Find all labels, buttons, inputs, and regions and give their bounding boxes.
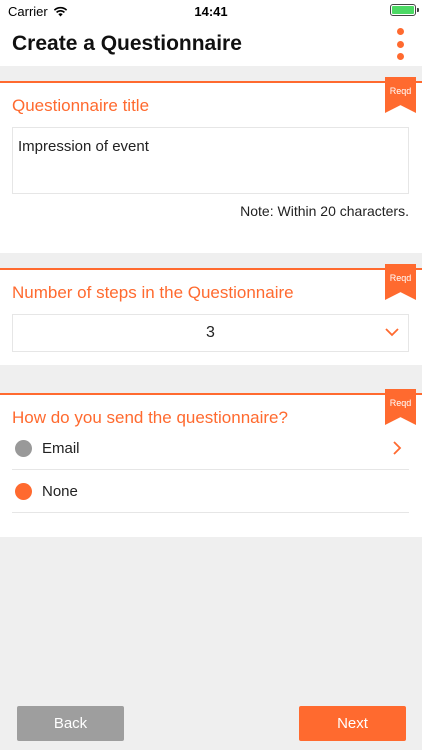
battery-icon: [390, 4, 419, 16]
steps-dropdown[interactable]: 3: [12, 314, 409, 352]
chevron-right-icon: [393, 441, 402, 455]
status-right: [390, 4, 419, 16]
send-option-email[interactable]: Email: [12, 428, 409, 470]
back-button[interactable]: Back: [17, 706, 124, 741]
menu-dot: [396, 40, 404, 48]
status-time: 14:41: [194, 4, 228, 19]
title-section-label: Questionnaire title: [12, 96, 150, 115]
chevron-down-icon: [385, 328, 399, 337]
character-limit-note: Note: Within 20 characters.: [240, 203, 409, 219]
questionnaire-title-input[interactable]: Impression of event: [12, 127, 409, 194]
more-menu-icon[interactable]: [394, 28, 406, 60]
menu-dot: [396, 28, 404, 35]
page-title: Create a Questionnaire: [12, 32, 242, 55]
title-section: Questionnaire title Reqd Impression of e…: [0, 77, 422, 253]
radio-unselected[interactable]: [15, 440, 32, 457]
menu-dot: [396, 53, 404, 60]
option-label: None: [42, 483, 78, 500]
steps-section: Number of steps in the Questionnaire Req…: [0, 264, 422, 365]
battery-level: [392, 6, 414, 14]
required-badge: Reqd: [385, 389, 416, 425]
next-button[interactable]: Next: [299, 706, 406, 741]
option-label: Email: [42, 440, 80, 457]
steps-section-label: Number of steps in the Questionnaire: [12, 283, 294, 302]
required-badge: Reqd: [385, 77, 416, 113]
required-badge: Reqd: [385, 264, 416, 300]
steps-selected-value: 3: [206, 324, 215, 341]
nav-bar: Create a Questionnaire: [0, 22, 422, 66]
send-option-none[interactable]: None: [12, 471, 409, 513]
send-section: How do you send the questionnaire? Reqd …: [0, 389, 422, 537]
radio-selected[interactable]: [15, 483, 32, 500]
status-bar: Carrier 14:41: [0, 0, 422, 22]
send-section-label: How do you send the questionnaire?: [12, 408, 288, 427]
